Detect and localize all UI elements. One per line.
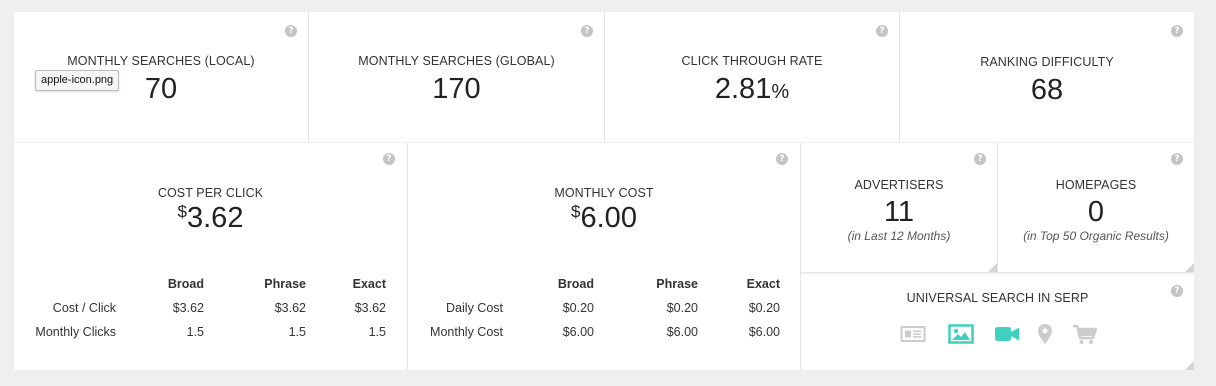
stat-ranking-difficulty: ? RANKING DIFFICULTY 68 bbox=[900, 12, 1194, 142]
col-phrase: Phrase bbox=[656, 277, 698, 291]
monthly-cost-label: MONTHLY COST bbox=[554, 186, 654, 200]
currency-symbol: $ bbox=[571, 202, 581, 221]
monthly-cost-number: 6.00 bbox=[580, 202, 637, 234]
filename-tooltip: apple-icon.png bbox=[35, 70, 120, 91]
serp-label: UNIVERSAL SEARCH IN SERP bbox=[906, 291, 1089, 305]
homepages-subtext: (in Top 50 Organic Results) bbox=[1023, 229, 1169, 243]
currency-symbol: $ bbox=[177, 202, 187, 221]
shopping-cart-icon bbox=[1073, 324, 1098, 344]
news-icon bbox=[900, 326, 926, 342]
cell-phrase: $0.20 bbox=[666, 301, 698, 315]
advertisers-panel: ? ADVERTISERS 11 (in Last 12 Months) bbox=[801, 143, 998, 273]
help-icon[interactable]: ? bbox=[1171, 153, 1183, 165]
col-phrase: Phrase bbox=[264, 277, 306, 291]
homepages-value: 0 bbox=[1087, 196, 1105, 228]
advertisers-label: ADVERTISERS bbox=[854, 178, 944, 192]
image-icon bbox=[948, 324, 974, 344]
cell-broad: $0.20 bbox=[562, 301, 594, 315]
ctr-number: 2.81 bbox=[714, 73, 772, 105]
stat-monthly-searches-global: ? MONTHLY SEARCHES (GLOBAL) 170 bbox=[309, 12, 605, 142]
help-icon[interactable]: ? bbox=[1171, 25, 1183, 37]
serp-feature-icons bbox=[0, 322, 1216, 346]
help-icon[interactable]: ? bbox=[776, 153, 788, 165]
map-pin-icon bbox=[1038, 324, 1052, 344]
stat-label: CLICK THROUGH RATE bbox=[681, 54, 823, 68]
stat-label: MONTHLY SEARCHES (LOCAL) bbox=[67, 54, 255, 68]
cell-exact: $0.20 bbox=[748, 301, 780, 315]
stat-label: RANKING DIFFICULTY bbox=[980, 55, 1114, 69]
stat-click-through-rate: ? CLICK THROUGH RATE 2.81% bbox=[605, 12, 900, 142]
cell-phrase: $3.62 bbox=[274, 301, 306, 315]
stat-label: MONTHLY SEARCHES (GLOBAL) bbox=[358, 54, 555, 68]
homepages-panel: ? HOMEPAGES 0 (in Top 50 Organic Results… bbox=[998, 143, 1194, 273]
help-icon[interactable]: ? bbox=[581, 25, 593, 37]
stat-value: 68 bbox=[1030, 74, 1064, 106]
row-label: Cost / Click bbox=[52, 301, 116, 315]
help-icon[interactable]: ? bbox=[285, 25, 297, 37]
cpc-number: 3.62 bbox=[187, 202, 244, 234]
percent-sign: % bbox=[771, 81, 790, 103]
video-icon bbox=[995, 327, 1019, 341]
help-icon[interactable]: ? bbox=[876, 25, 888, 37]
expand-corner-icon[interactable] bbox=[988, 263, 997, 272]
stat-value: 2.81% bbox=[605, 75, 899, 104]
help-icon[interactable]: ? bbox=[974, 153, 986, 165]
advertisers-value: 11 bbox=[883, 196, 915, 228]
col-broad: Broad bbox=[167, 277, 204, 291]
col-broad: Broad bbox=[557, 277, 594, 291]
advertisers-subtext: (in Last 12 Months) bbox=[847, 229, 951, 243]
col-exact: Exact bbox=[352, 277, 386, 291]
monthly-cost-value: $6.00 bbox=[408, 203, 800, 233]
expand-corner-icon[interactable] bbox=[1185, 361, 1194, 370]
expand-corner-icon[interactable] bbox=[1185, 263, 1194, 272]
row-label: Daily Cost bbox=[446, 301, 503, 315]
help-icon[interactable]: ? bbox=[383, 153, 395, 165]
col-exact: Exact bbox=[746, 277, 780, 291]
cpc-label: COST PER CLICK bbox=[157, 186, 264, 200]
cell-broad: $3.62 bbox=[172, 301, 204, 315]
stat-value: 170 bbox=[432, 73, 481, 105]
cpc-value: $3.62 bbox=[14, 203, 407, 233]
homepages-label: HOMEPAGES bbox=[1055, 178, 1137, 192]
cell-exact: $3.62 bbox=[354, 301, 386, 315]
